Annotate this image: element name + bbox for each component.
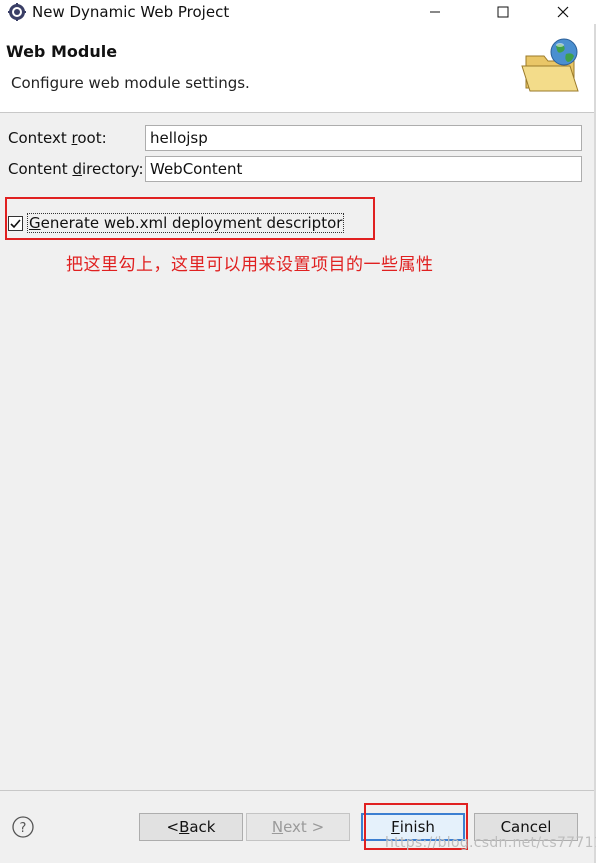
eclipse-gear-icon [8, 3, 26, 21]
page-title: Web Module [6, 42, 118, 61]
web-folder-globe-icon [521, 38, 579, 92]
page-description: Configure web module settings. [11, 74, 250, 92]
back-button-prefix: < [166, 818, 180, 836]
maximize-button[interactable] [480, 0, 526, 24]
context-root-input[interactable] [145, 125, 582, 151]
back-button-mnemonic: B [179, 818, 190, 836]
content-directory-label: Content directory: [8, 160, 144, 178]
svg-text:?: ? [20, 821, 27, 836]
back-button[interactable]: < Back [139, 813, 243, 841]
next-button-mnemonic: N [271, 818, 284, 836]
next-button-text: ext > [283, 818, 325, 836]
close-button[interactable] [540, 0, 586, 24]
watermark: https://blog.csdn.net/cs77711 [385, 835, 596, 851]
cancel-button-text: Cancel [500, 818, 552, 836]
title-bar: New Dynamic Web Project [0, 0, 596, 24]
new-dynamic-web-project-dialog: New Dynamic Web Project Web Module Confi… [0, 0, 596, 863]
back-button-text: ack [189, 818, 216, 836]
footer-divider [0, 790, 594, 791]
content-directory-label-text-1: Content [8, 160, 73, 178]
content-directory-label-mnemonic: d [72, 160, 82, 178]
minimize-icon [430, 11, 440, 13]
annotation-note: 把这里勾上，这里可以用来设置项目的一些属性 [66, 255, 434, 275]
window-title: New Dynamic Web Project [32, 3, 230, 21]
maximize-icon [497, 6, 509, 18]
content-directory-input[interactable] [145, 156, 582, 182]
next-button[interactable]: Next > [246, 813, 350, 841]
context-root-label-text-2: oot: [77, 129, 107, 147]
minimize-button[interactable] [412, 0, 458, 24]
wizard-banner: Web Module Configure web module settings… [0, 24, 594, 113]
close-icon [557, 6, 569, 18]
help-icon[interactable]: ? [11, 815, 35, 839]
context-root-label-text-1: Context [8, 129, 72, 147]
annotation-highlight-checkbox [5, 197, 375, 240]
content-directory-label-text-2: irectory: [81, 160, 144, 178]
context-root-label: Context root: [8, 129, 107, 147]
